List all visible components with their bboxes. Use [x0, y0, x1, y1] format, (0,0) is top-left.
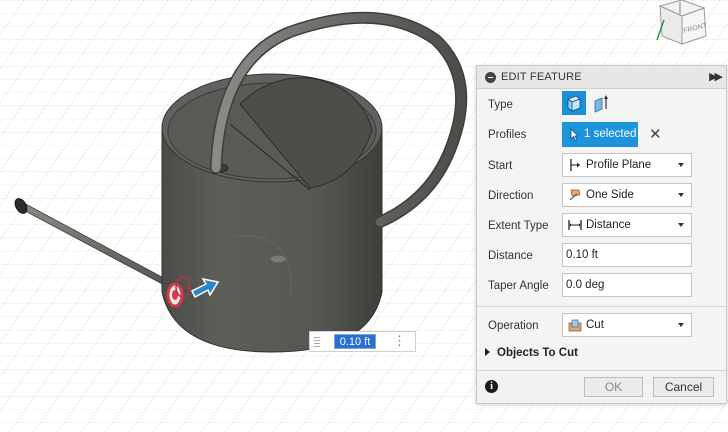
taper-angle-input[interactable]: 0.0 deg	[562, 273, 692, 297]
info-icon[interactable]: i	[485, 380, 498, 393]
operation-row: Operation Cut	[477, 312, 726, 340]
inline-distance-input[interactable]: 0.10 ft ⋮	[309, 331, 416, 352]
taper-angle-label: Taper Angle	[488, 280, 549, 292]
operation-dropdown[interactable]: Cut	[562, 313, 692, 337]
chevron-down-icon	[678, 163, 684, 167]
direction-value: One Side	[586, 189, 634, 201]
profile-plane-icon	[570, 159, 580, 171]
extent-type-dropdown[interactable]: Distance	[562, 213, 692, 237]
expand-triangle-icon	[485, 348, 490, 356]
extrude-solid-icon	[567, 95, 581, 112]
more-options-icon[interactable]: ⋮	[393, 334, 406, 348]
chevron-down-icon	[678, 193, 684, 197]
panel-title: EDIT FEATURE	[501, 71, 582, 83]
objects-to-cut-section[interactable]: Objects To Cut	[485, 347, 578, 359]
start-dropdown[interactable]: Profile Plane	[562, 153, 692, 177]
start-row: Start Profile Plane	[477, 152, 726, 180]
extent-type-row: Extent Type Distance	[477, 212, 726, 240]
operation-label: Operation	[488, 320, 539, 332]
inline-distance-value[interactable]: 0.10 ft	[334, 334, 376, 349]
edit-feature-panel: EDIT FEATURE ▶▶ Type Profiles 1 selected…	[476, 65, 727, 404]
collapse-icon[interactable]	[485, 71, 496, 83]
panel-footer: i OK Cancel	[477, 370, 726, 403]
extent-type-value: Distance	[586, 219, 631, 231]
view-cube[interactable]: FRONT	[654, 0, 728, 54]
taper-angle-row: Taper Angle 0.0 deg	[477, 272, 726, 300]
one-side-icon	[569, 189, 581, 201]
type-row: Type	[477, 91, 726, 119]
profiles-selection-count: 1 selected	[584, 128, 637, 140]
direction-label: Direction	[488, 190, 534, 202]
extrude-solid-button[interactable]	[562, 91, 586, 115]
cut-icon	[568, 319, 582, 332]
chevron-down-icon	[678, 323, 684, 327]
extrude-surface-button[interactable]	[590, 91, 614, 115]
operation-value: Cut	[586, 319, 604, 331]
select-cursor-icon	[570, 128, 579, 141]
type-label: Type	[488, 99, 513, 111]
distance-label: Distance	[488, 250, 533, 262]
extent-type-label: Extent Type	[488, 220, 549, 232]
distance-row: Distance 0.10 ft	[477, 242, 726, 270]
drag-grip[interactable]	[314, 337, 320, 347]
chevron-down-icon	[678, 223, 684, 227]
profiles-label: Profiles	[488, 129, 527, 141]
objects-to-cut-label: Objects To Cut	[497, 347, 578, 359]
start-label: Start	[488, 160, 513, 172]
profiles-select-button[interactable]: 1 selected	[562, 122, 638, 147]
direction-row: Direction One Side	[477, 182, 726, 210]
profiles-row: Profiles 1 selected ✕	[477, 121, 726, 149]
distance-input[interactable]: 0.10 ft	[562, 243, 692, 267]
extrude-surface-icon	[594, 95, 608, 113]
divider	[477, 306, 726, 307]
can-body[interactable]	[161, 73, 383, 353]
cancel-button[interactable]: Cancel	[653, 377, 714, 397]
expand-panel-icon[interactable]: ▶▶	[709, 70, 723, 83]
start-value: Profile Plane	[586, 159, 652, 171]
ok-button[interactable]: OK	[584, 377, 643, 397]
distance-icon	[568, 220, 582, 230]
direction-dropdown[interactable]: One Side	[562, 183, 692, 207]
panel-header: EDIT FEATURE ▶▶	[477, 66, 726, 89]
clear-selection-icon[interactable]: ✕	[649, 125, 662, 143]
